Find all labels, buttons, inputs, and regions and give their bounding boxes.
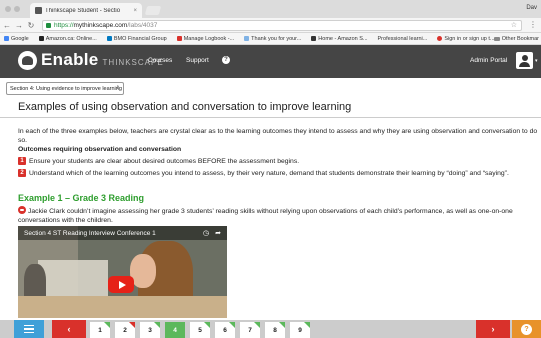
- address-toolbar: ← → ↻ https://mythinkscape.com/labs/4037…: [0, 18, 541, 33]
- tab-close-icon[interactable]: ×: [133, 8, 137, 14]
- play-button[interactable]: [108, 276, 134, 293]
- outcomes-heading: Outcomes requiring observation and conve…: [18, 146, 182, 153]
- url-input[interactable]: https://mythinkscape.com/labs/4037 ☆: [42, 20, 522, 31]
- page-tile[interactable]: 5: [190, 322, 210, 338]
- bookmark-item[interactable]: Thank you for your...: [244, 36, 301, 42]
- chevron-left-icon: ‹: [67, 324, 71, 334]
- nav-support[interactable]: Support: [186, 57, 209, 64]
- page-tile[interactable]: 8: [265, 322, 285, 338]
- example-paragraph: Jackie Clark couldn’t imagine assessing …: [18, 206, 538, 225]
- bookmark-icon: [244, 36, 250, 41]
- back-arrow-icon[interactable]: ←: [2, 21, 12, 30]
- video-title: Section 4 ST Reading Interview Conferenc…: [18, 226, 227, 240]
- question-icon: ?: [521, 323, 532, 335]
- browser-menu-icon[interactable]: ⋮: [529, 20, 537, 29]
- page-tile[interactable]: 1: [90, 322, 110, 338]
- url-path: /labs/4037: [127, 22, 158, 29]
- logo-wordmark: Enable: [41, 50, 99, 69]
- admin-portal-link[interactable]: Admin Portal: [470, 57, 507, 64]
- reload-icon[interactable]: ↻: [26, 21, 36, 30]
- nav-courses[interactable]: Courses: [148, 57, 172, 64]
- outcome-item: 2 Understand which of the learning outco…: [18, 169, 509, 177]
- watch-later-icon[interactable]: ◷: [203, 229, 209, 237]
- example-heading: Example 1 – Grade 3 Reading: [18, 193, 145, 203]
- play-icon: [118, 280, 126, 289]
- enable-logo[interactable]: Enable THINKSCAPE: [18, 50, 164, 70]
- list-icon: [24, 324, 34, 334]
- tab-title: Thinkscape Student - Sectio: [45, 7, 121, 14]
- page-tile[interactable]: 3: [140, 322, 160, 338]
- window-minimize-dot[interactable]: [14, 6, 20, 12]
- number-badge: 2: [18, 169, 26, 177]
- new-tab-button[interactable]: [144, 6, 162, 15]
- forward-arrow-icon[interactable]: →: [14, 21, 24, 30]
- intro-paragraph: In each of the three examples below, tea…: [18, 128, 538, 144]
- page-tile[interactable]: 2: [115, 322, 135, 338]
- number-badge: 1: [18, 157, 26, 165]
- select-arrows-icon: ⇕: [115, 85, 120, 91]
- bookmarks-bar: Google Amazon.ca: Online... BMO Financia…: [0, 33, 541, 45]
- next-page-button[interactable]: ›: [476, 320, 510, 338]
- user-menu-button[interactable]: [516, 52, 533, 69]
- section-select-value: Section 4: Using evidence to improve lea…: [10, 85, 122, 92]
- tab-favicon-icon: [35, 7, 42, 14]
- other-bookmarks[interactable]: Other Bookmar: [493, 36, 539, 42]
- maple-leaf-icon: [176, 36, 182, 41]
- section-select[interactable]: Section 4: Using evidence to improve lea…: [6, 82, 124, 95]
- bookmark-item[interactable]: Google: [4, 36, 29, 42]
- outcome-text: Ensure your students are clear about des…: [29, 157, 300, 165]
- bookmark-item[interactable]: Sign in or sign up t...: [437, 36, 495, 42]
- bookmark-item[interactable]: Professional learni...: [378, 36, 428, 42]
- help-button[interactable]: ?: [512, 320, 541, 338]
- bookmark-item[interactable]: Amazon.ca: Online...: [38, 36, 97, 42]
- outcome-item: 1 Ensure your students are clear about d…: [18, 157, 299, 165]
- tab-strip: Thinkscape Student - Sectio × Dav: [0, 0, 541, 18]
- browser-window: Thinkscape Student - Sectio × Dav ← → ↻ …: [0, 0, 541, 338]
- url-scheme: https://: [54, 22, 74, 29]
- help-icon[interactable]: ?: [222, 56, 230, 64]
- bookmark-star-icon[interactable]: ☆: [511, 21, 517, 29]
- page-tile[interactable]: 9: [290, 322, 310, 338]
- logo-icon: [18, 50, 37, 70]
- browser-tab-active[interactable]: Thinkscape Student - Sectio ×: [30, 3, 142, 18]
- profile-name[interactable]: Dav: [526, 5, 537, 11]
- google-icon: [4, 36, 9, 41]
- lock-icon: [46, 23, 51, 28]
- page-tile[interactable]: 6: [215, 322, 235, 338]
- example-text: Jackie Clark couldn’t imagine assessing …: [18, 208, 513, 224]
- bookmark-item[interactable]: Home - Amazon S...: [311, 36, 368, 42]
- video-player[interactable]: Section 4 ST Reading Interview Conferenc…: [18, 226, 227, 318]
- amazon-s-icon: [311, 36, 317, 41]
- bookmark-item[interactable]: BMO Financial Group: [106, 36, 167, 42]
- user-avatar-icon: [521, 55, 528, 61]
- chevron-right-icon: ›: [491, 324, 495, 334]
- share-icon[interactable]: ➦: [215, 229, 221, 237]
- amazon-icon: [38, 36, 44, 41]
- prev-page-button[interactable]: ‹: [52, 320, 86, 338]
- page-title: Examples of using observation and conver…: [18, 101, 352, 113]
- bookmark-item[interactable]: Manage Logbook -...: [176, 36, 234, 42]
- page-tile[interactable]: 7: [240, 322, 260, 338]
- folder-icon: [493, 37, 500, 41]
- bmo-icon: [106, 36, 112, 41]
- url-host: mythinkscape.com: [73, 22, 128, 29]
- window-close-dot[interactable]: [5, 6, 11, 12]
- site-header: Enable THINKSCAPE Courses Support ? Admi…: [0, 45, 541, 78]
- divider: [0, 117, 541, 118]
- teacher-icon: [18, 206, 26, 214]
- sign-in-icon: [437, 36, 443, 41]
- page-tile-active[interactable]: 4: [165, 322, 185, 338]
- outcome-text: Understand which of the learning outcome…: [29, 169, 509, 177]
- menu-list-button[interactable]: [14, 320, 44, 338]
- chevron-down-icon[interactable]: ▾: [535, 58, 538, 64]
